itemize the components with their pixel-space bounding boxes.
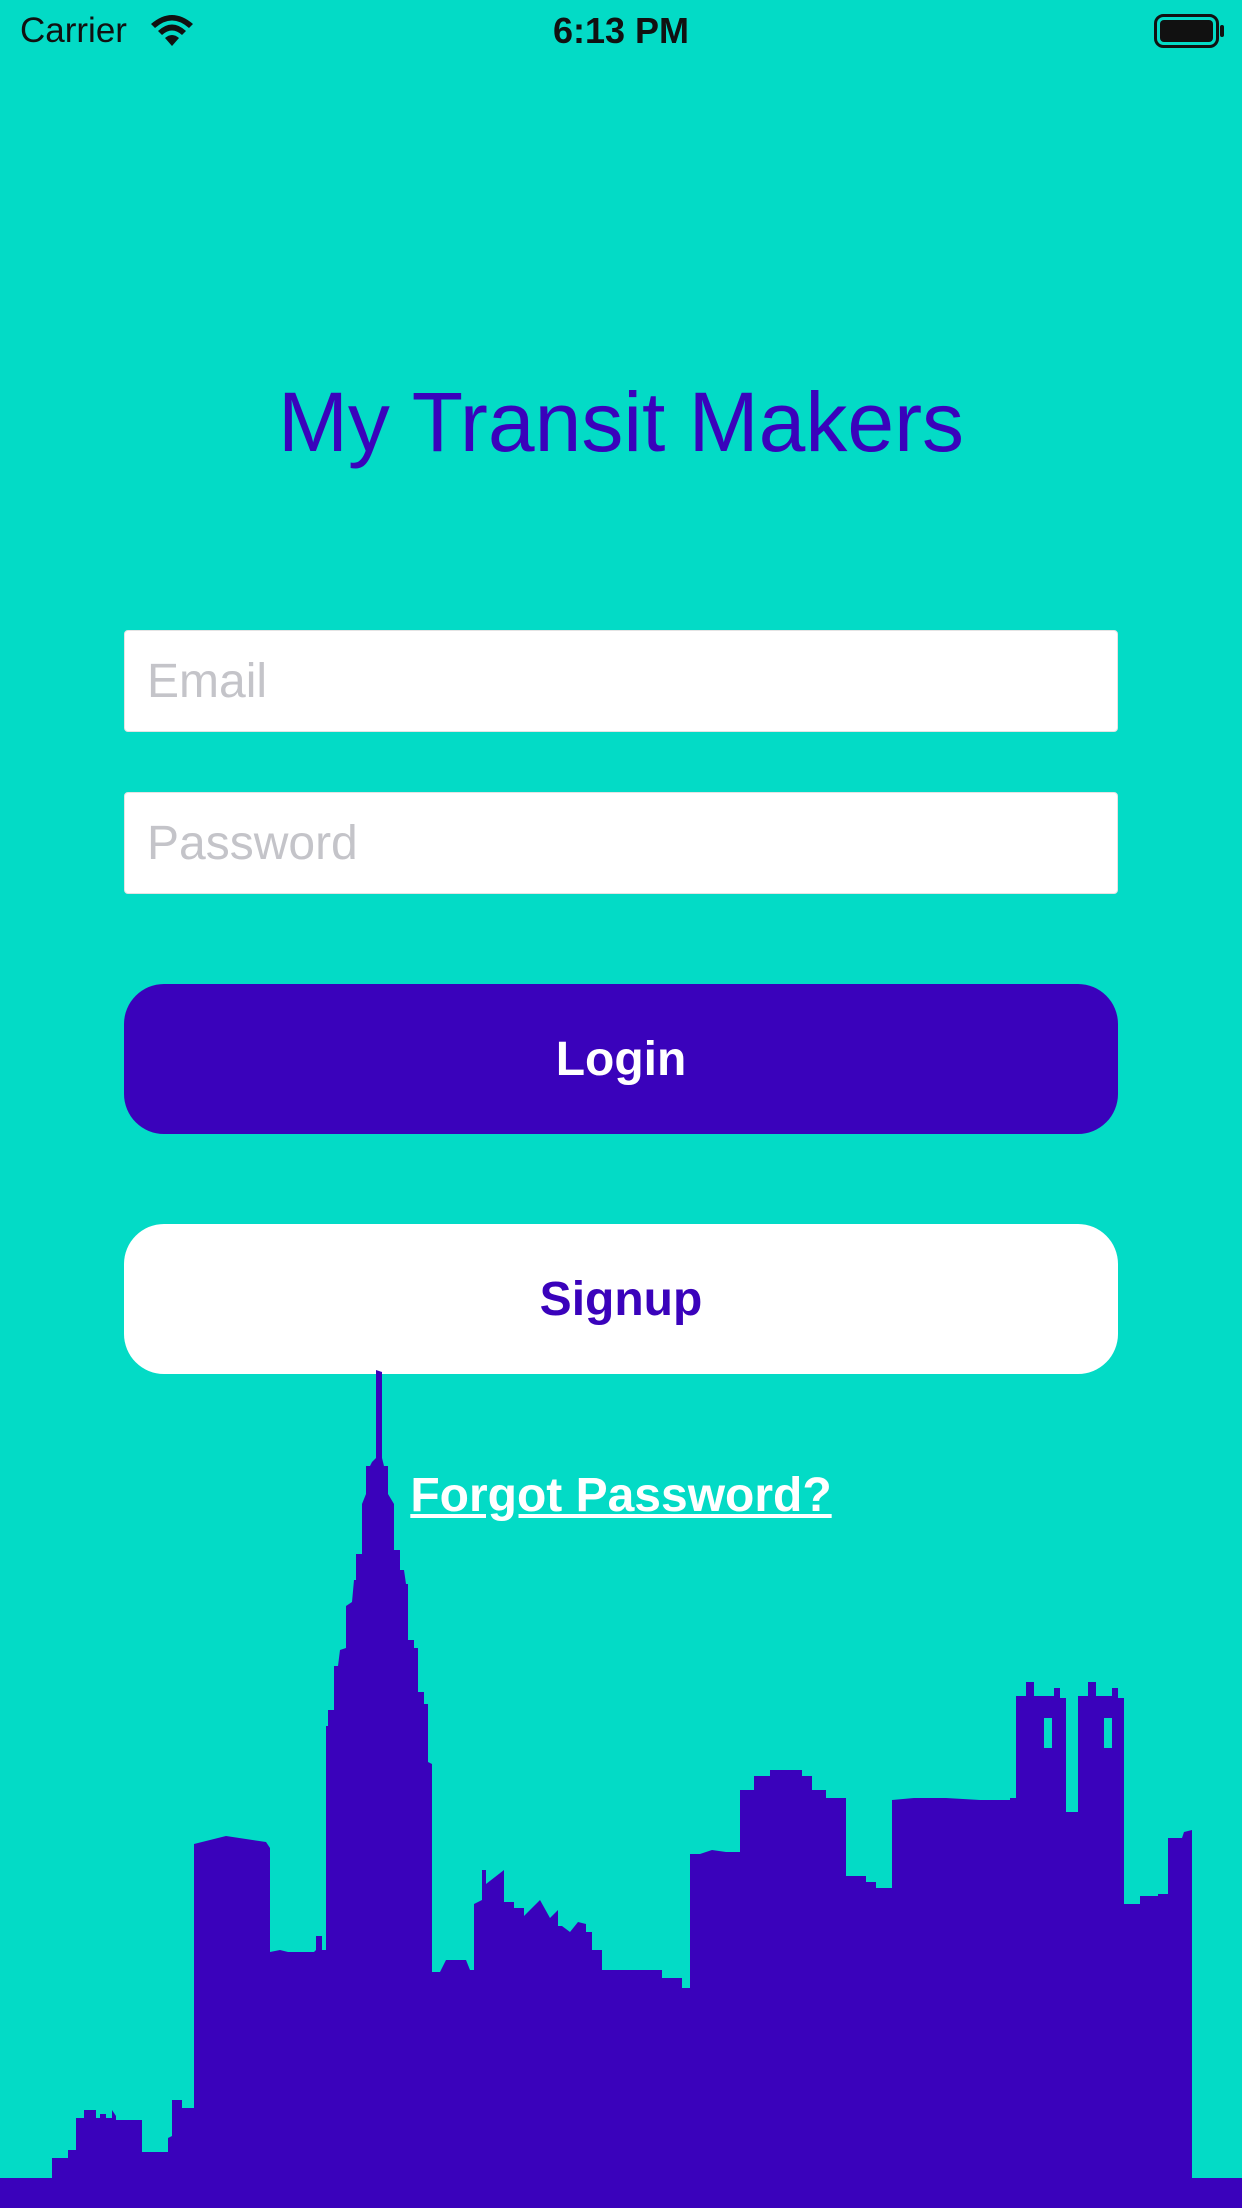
forgot-password-link[interactable]: Forgot Password? [410, 1469, 831, 1522]
signup-button[interactable]: Signup [124, 1224, 1118, 1374]
battery-icon [1154, 14, 1224, 48]
password-field[interactable] [124, 792, 1118, 894]
email-input[interactable] [125, 631, 1117, 731]
email-field[interactable] [124, 630, 1118, 732]
status-bar: Carrier 6:13 PM [0, 0, 1242, 60]
password-input[interactable] [125, 793, 1117, 893]
app-title: My Transit Makers [277, 375, 965, 469]
forgot-password-row: Forgot Password? [0, 1466, 1242, 1526]
login-button[interactable]: Login [124, 984, 1118, 1134]
status-time: 6:13 PM [552, 10, 690, 51]
